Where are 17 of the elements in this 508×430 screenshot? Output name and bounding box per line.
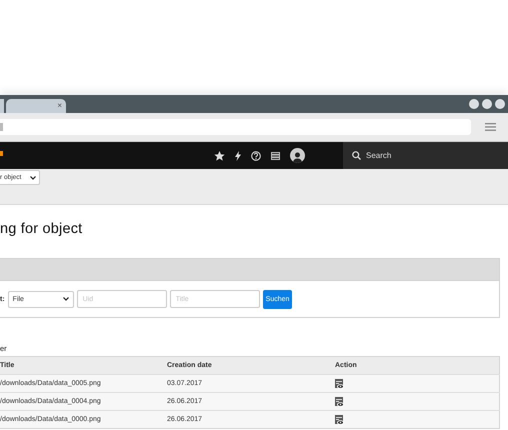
- star-icon[interactable]: [214, 150, 225, 160]
- view-icon[interactable]: [335, 414, 344, 424]
- help-icon[interactable]: [251, 150, 261, 160]
- view-icon[interactable]: [335, 378, 344, 388]
- view-icon[interactable]: [335, 396, 344, 406]
- page-icon: [0, 123, 3, 131]
- browser-tab[interactable]: ×: [6, 99, 66, 113]
- menu-icon[interactable]: [485, 123, 496, 131]
- caret-icon: [62, 297, 69, 301]
- list-icon[interactable]: [271, 152, 280, 160]
- search-field[interactable]: Search: [343, 142, 508, 169]
- search-icon: [352, 151, 361, 160]
- avatar-icon[interactable]: [290, 148, 305, 163]
- page-title: ng for object: [0, 220, 84, 239]
- caret-icon: [30, 176, 36, 180]
- close-icon[interactable]: ×: [57, 102, 62, 110]
- bolt-icon[interactable]: [235, 150, 241, 160]
